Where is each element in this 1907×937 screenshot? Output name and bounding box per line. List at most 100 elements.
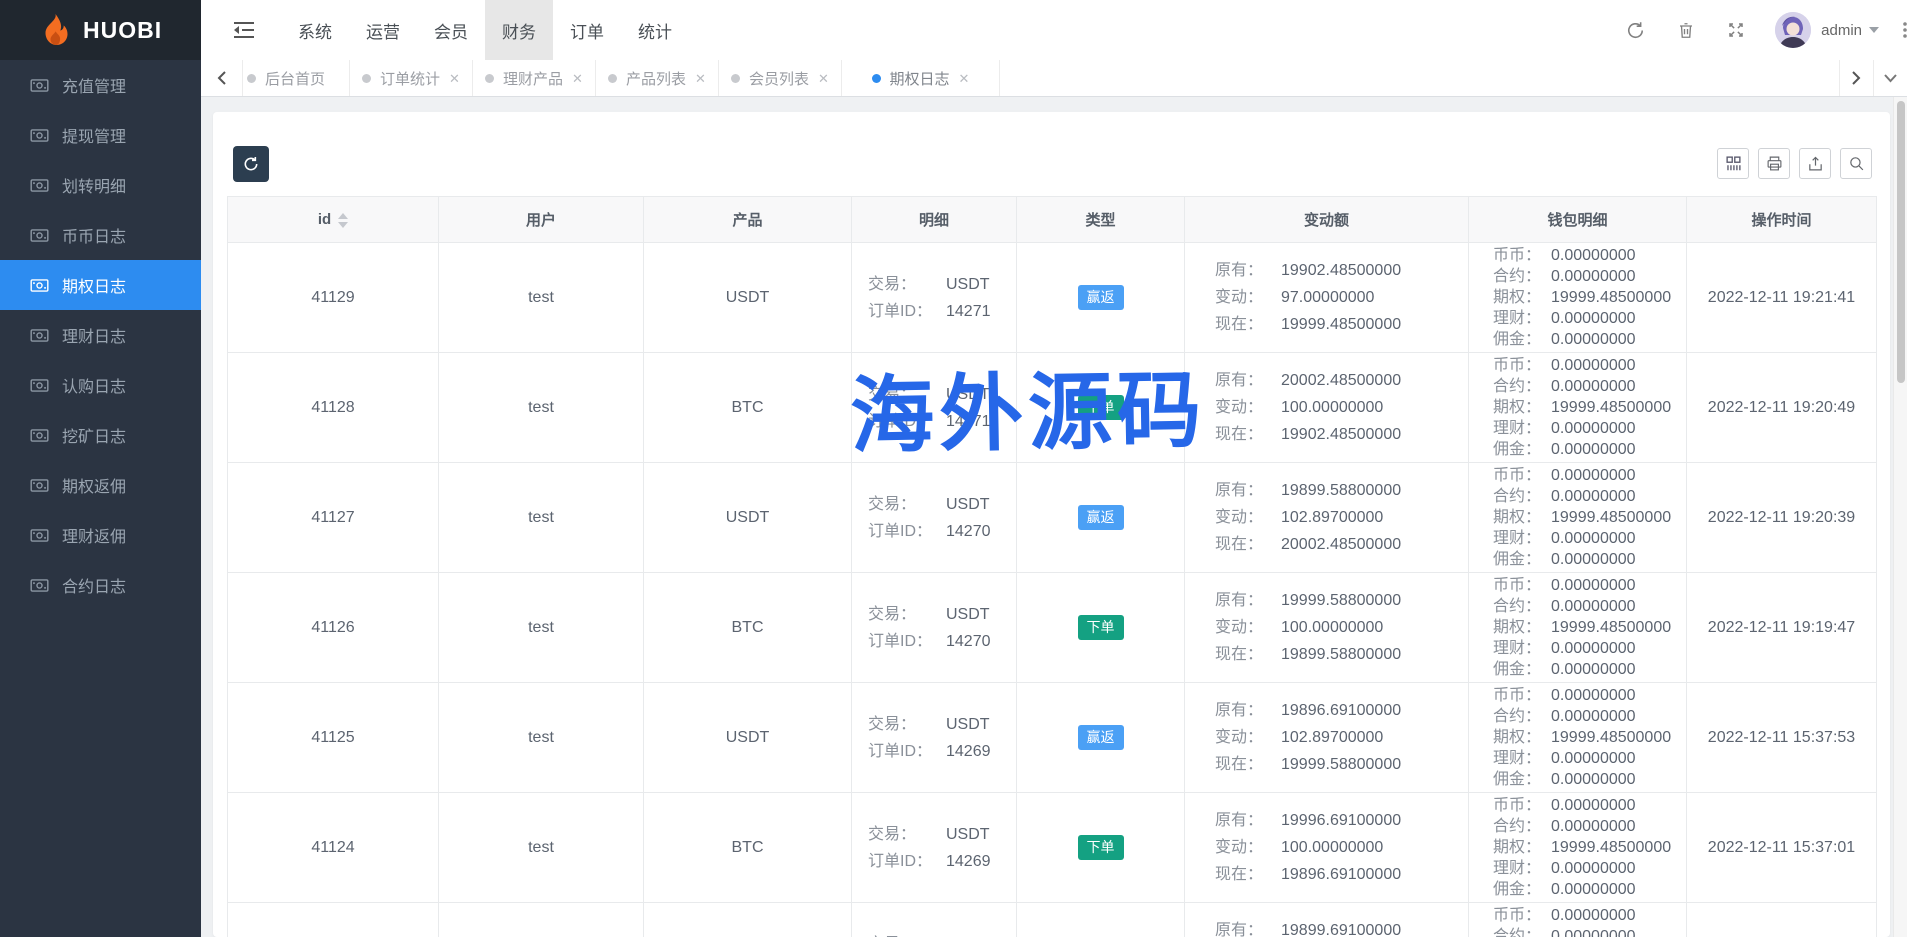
column-header: 操作时间 (1687, 197, 1877, 243)
tab[interactable]: 会员列表 ✕ (719, 60, 842, 96)
sidebar-item[interactable]: 期权日志 (0, 260, 201, 310)
topnav-item[interactable]: 订单 (553, 0, 621, 60)
brand-name: HUOBI (83, 17, 162, 44)
label-value-row: 合约：0.00000000 (1493, 706, 1686, 727)
label-value-row: 佣金：0.00000000 (1493, 549, 1686, 570)
sidebar-item-label: 期权日志 (62, 273, 126, 297)
sidebar-item-label: 充值管理 (62, 73, 126, 97)
table-row: 41129testUSDT交易：USDT订单ID：14271赢返原有：19902… (228, 243, 1877, 353)
tab-dot (247, 74, 256, 83)
user-menu[interactable]: admin (1821, 22, 1879, 39)
sidebar-item-label: 认购日志 (62, 373, 126, 397)
label-value-row: 合约：0.00000000 (1493, 596, 1686, 617)
label-value-row: 合约：0.00000000 (1493, 266, 1686, 287)
label-value-row: 理财：0.00000000 (1493, 418, 1686, 439)
sort-icon[interactable] (338, 213, 348, 228)
chevron-down-icon[interactable] (1873, 60, 1907, 96)
kebab-menu-icon[interactable] (1897, 20, 1907, 40)
label-value-row: 现在：19902.48500000 (1215, 421, 1468, 448)
label-value-row: 合约：0.00000000 (1493, 376, 1686, 397)
tab[interactable]: 期权日志 ✕ (842, 60, 1000, 96)
refresh-icon[interactable] (1610, 0, 1661, 60)
cell-detail: 交易：USDT订单ID：14270 (852, 463, 1017, 573)
sidebar-item[interactable]: 理财返佣 (0, 510, 201, 560)
cell-product: BTC (644, 793, 852, 903)
table-refresh-button[interactable] (233, 146, 269, 182)
sidebar-item[interactable]: 提现管理 (0, 110, 201, 160)
cell-product: USDT (644, 463, 852, 573)
cell-id (228, 903, 439, 937)
label-value-row: 佣金：0.00000000 (1493, 769, 1686, 790)
column-header-label: id (318, 211, 331, 228)
sidebar-item[interactable]: 划转明细 (0, 160, 201, 210)
collapse-menu-icon[interactable] (233, 21, 255, 39)
tab-close-icon[interactable]: ✕ (818, 72, 829, 85)
label-value-row: 原有：19902.48500000 (1215, 257, 1468, 284)
tab-label: 期权日志 (890, 68, 950, 89)
sidebar-item[interactable]: 期权返佣 (0, 460, 201, 510)
column-header-label: 变动额 (1304, 212, 1349, 229)
cell-time: 2022-12-11 15:37:01 (1687, 793, 1877, 903)
tab[interactable]: 产品列表 ✕ (596, 60, 719, 96)
sidebar-item[interactable]: 挖矿日志 (0, 410, 201, 460)
cell-id: 41128 (228, 353, 439, 463)
tab-label: 会员列表 (749, 68, 809, 89)
content-card: id用户产品明细类型变动额钱包明细操作时间 41129testUSDT交易：US… (213, 112, 1890, 937)
sidebar-item[interactable]: 理财日志 (0, 310, 201, 360)
tab-label: 产品列表 (626, 68, 686, 89)
cell-change: 原有：19999.58800000变动：100.00000000现在：19899… (1185, 573, 1469, 683)
sidebar-item[interactable]: 认购日志 (0, 360, 201, 410)
type-badge: 下单 (1078, 395, 1124, 421)
tab-close-icon[interactable]: ✕ (959, 72, 970, 85)
column-header[interactable]: id (228, 197, 439, 243)
cell-wallet: 币币：0.00000000合约：0.00000000期权：理财：佣金： (1469, 903, 1687, 937)
cell-wallet: 币币：0.00000000合约：0.00000000期权：19999.48500… (1469, 353, 1687, 463)
cell-id: 41127 (228, 463, 439, 573)
label-value-row: 变动：100.00000000 (1215, 614, 1468, 641)
tab[interactable]: 订单统计 ✕ (350, 60, 473, 96)
topnav-item[interactable]: 系统 (281, 0, 349, 60)
chevron-left-icon[interactable] (201, 60, 243, 96)
topnav-item[interactable]: 运营 (349, 0, 417, 60)
export-icon[interactable] (1799, 148, 1831, 179)
type-badge: 下单 (1078, 615, 1124, 641)
cell-time (1687, 903, 1877, 937)
cell-product: BTC (644, 573, 852, 683)
avatar[interactable] (1775, 12, 1811, 48)
topnav-item[interactable]: 会员 (417, 0, 485, 60)
cell-id: 41126 (228, 573, 439, 683)
printer-icon[interactable] (1758, 148, 1790, 179)
cell-change: 原有：19996.69100000变动：100.00000000现在：19896… (1185, 793, 1469, 903)
tab-close-icon[interactable]: ✕ (449, 72, 460, 85)
topnav-item[interactable]: 财务 (485, 0, 553, 60)
sidebar-item[interactable]: 充值管理 (0, 60, 201, 110)
vertical-scrollbar (1893, 97, 1907, 937)
label-value-row: 理财：0.00000000 (1493, 858, 1686, 879)
tab-close-icon[interactable]: ✕ (572, 72, 583, 85)
trash-icon[interactable] (1661, 0, 1711, 60)
search-icon[interactable] (1840, 148, 1872, 179)
chevron-right-icon[interactable] (1839, 60, 1873, 96)
cell-user: test (439, 463, 644, 573)
cell-time: 2022-12-11 19:20:49 (1687, 353, 1877, 463)
cell-wallet: 币币：0.00000000合约：0.00000000期权：19999.48500… (1469, 463, 1687, 573)
sidebar-item-label: 划转明细 (62, 173, 126, 197)
label-value-row: 理财：0.00000000 (1493, 308, 1686, 329)
sidebar-item[interactable]: 币币日志 (0, 210, 201, 260)
tab-dot (731, 74, 740, 83)
cell-wallet: 币币：0.00000000合约：0.00000000期权：19999.48500… (1469, 243, 1687, 353)
fullscreen-icon[interactable] (1711, 0, 1761, 60)
label-value-row: 理财：0.00000000 (1493, 748, 1686, 769)
table-header-row: id用户产品明细类型变动额钱包明细操作时间 (228, 197, 1877, 243)
column-header: 变动额 (1185, 197, 1469, 243)
topnav-item[interactable]: 统计 (621, 0, 689, 60)
tab[interactable]: 理财产品 ✕ (473, 60, 596, 96)
tab[interactable]: 后台首页 ✕ (243, 60, 350, 96)
columns-icon[interactable] (1717, 148, 1749, 179)
tab-close-icon[interactable]: ✕ (695, 72, 706, 85)
cell-type: 下单 (1017, 573, 1185, 683)
cell-detail: 交易：USDT订单ID：14269 (852, 683, 1017, 793)
cell-product: BTC (644, 353, 852, 463)
sidebar-item[interactable]: 合约日志 (0, 560, 201, 610)
scrollbar-thumb[interactable] (1897, 101, 1905, 383)
